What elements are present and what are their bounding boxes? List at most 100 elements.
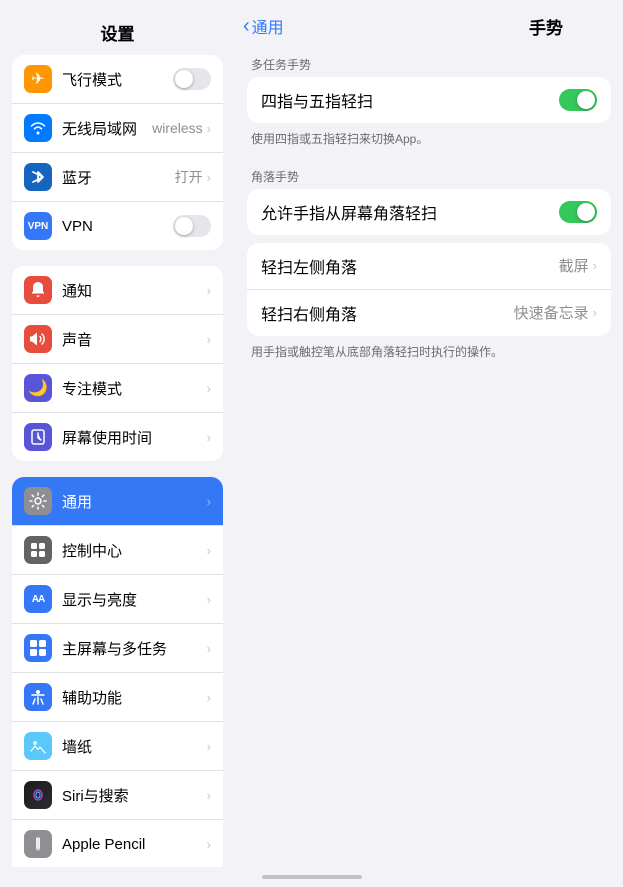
right-section-box-swipe: 轻扫左侧角落 截屏 › 轻扫右侧角落 快速备忘录 ›	[247, 243, 611, 336]
chevron-icon: ›	[593, 305, 597, 320]
sidebar-item-label: 无线局域网	[62, 118, 152, 139]
sidebar: 设置 ✈ 飞行模式 无线局域网 wireless ›	[0, 0, 235, 867]
bottom-bar	[0, 867, 623, 887]
sidebar-item-homescreen[interactable]: 主屏幕与多任务 ›	[12, 624, 223, 673]
section-footer-multitask: 使用四指或五指轻扫来切换App。	[235, 127, 623, 160]
row-label: 允许手指从屏幕角落轻扫	[261, 200, 559, 224]
chevron-icon: ›	[207, 121, 211, 136]
chevron-icon: ›	[207, 739, 211, 754]
notify-icon	[24, 276, 52, 304]
right-section-box: 四指与五指轻扫	[247, 77, 611, 123]
row-label: 四指与五指轻扫	[261, 88, 559, 112]
swipe-right-value: 快速备忘录	[514, 302, 589, 323]
sidebar-item-label: 主屏幕与多任务	[62, 638, 207, 659]
right-panel: ‹ 通用 手势 多任务手势 四指与五指轻扫 使用四指或五指轻扫来切换App。 角…	[235, 0, 623, 867]
wifi-icon	[24, 114, 52, 142]
right-header: ‹ 通用 手势	[235, 0, 623, 48]
chevron-icon: ›	[207, 494, 211, 509]
chevron-icon: ›	[207, 641, 211, 656]
four-five-toggle[interactable]	[559, 89, 597, 111]
screentime-icon	[24, 423, 52, 451]
row-label: 轻扫右侧角落	[261, 301, 514, 325]
sidebar-item-focus[interactable]: 🌙 专注模式 ›	[12, 364, 223, 413]
chevron-icon: ›	[207, 837, 211, 852]
back-label: 通用	[252, 14, 284, 38]
vpn-toggle[interactable]	[173, 215, 211, 237]
sidebar-item-vpn[interactable]: VPN VPN	[12, 202, 223, 250]
sidebar-item-label: 声音	[62, 329, 207, 350]
back-chevron-icon: ‹	[243, 15, 250, 38]
general-icon	[24, 487, 52, 515]
sidebar-item-controlcenter[interactable]: 控制中心 ›	[12, 526, 223, 575]
swipe-left-value: 截屏	[559, 255, 589, 276]
chevron-icon: ›	[207, 543, 211, 558]
sidebar-item-label: 显示与亮度	[62, 589, 207, 610]
sidebar-item-display[interactable]: AA 显示与亮度 ›	[12, 575, 223, 624]
chevron-icon: ›	[207, 381, 211, 396]
sidebar-item-wallpaper[interactable]: 墙纸 ›	[12, 722, 223, 771]
sidebar-item-accessibility[interactable]: 辅助功能 ›	[12, 673, 223, 722]
right-section-box-corner: 允许手指从屏幕角落轻扫	[247, 189, 611, 235]
section-footer-swipe: 用手指或触控笔从底部角落轻扫时执行的操作。	[235, 340, 623, 373]
right-section-multitask: 多任务手势 四指与五指轻扫 使用四指或五指轻扫来切换App。	[235, 48, 623, 160]
airplane-icon: ✈	[24, 65, 52, 93]
right-row-four-five[interactable]: 四指与五指轻扫	[247, 77, 611, 123]
sidebar-item-label: 屏幕使用时间	[62, 427, 207, 448]
homescreen-icon	[24, 634, 52, 662]
right-row-swipe-left[interactable]: 轻扫左侧角落 截屏 ›	[247, 243, 611, 290]
sidebar-item-screentime[interactable]: 屏幕使用时间 ›	[12, 413, 223, 461]
vpn-icon: VPN	[24, 212, 52, 240]
right-section-swipe: 轻扫左侧角落 截屏 › 轻扫右侧角落 快速备忘录 › 用手指或触控笔从底部角落轻…	[235, 243, 623, 373]
chevron-icon: ›	[207, 690, 211, 705]
right-section-corner: 角落手势 允许手指从屏幕角落轻扫	[235, 160, 623, 235]
sidebar-item-label: 通用	[62, 491, 207, 512]
chevron-icon: ›	[207, 283, 211, 298]
section-header-multitask: 多任务手势	[235, 48, 623, 77]
sidebar-section-connectivity: ✈ 飞行模式 无线局域网 wireless ›	[12, 55, 223, 250]
back-button[interactable]: ‹ 通用	[243, 14, 284, 38]
controlcenter-icon	[24, 536, 52, 564]
sidebar-item-label: 专注模式	[62, 378, 207, 399]
chevron-icon: ›	[207, 332, 211, 347]
sound-icon	[24, 325, 52, 353]
chevron-icon: ›	[207, 788, 211, 803]
sidebar-item-wifi[interactable]: 无线局域网 wireless ›	[12, 104, 223, 153]
sidebar-item-label: 墙纸	[62, 736, 207, 757]
right-row-swipe-right[interactable]: 轻扫右侧角落 快速备忘录 ›	[247, 290, 611, 336]
section-header-corner: 角落手势	[235, 160, 623, 189]
sidebar-title: 设置	[0, 8, 235, 55]
sidebar-item-sound[interactable]: 声音 ›	[12, 315, 223, 364]
sidebar-section-notifications: 通知 › 声音 › 🌙 专注模式 ›	[12, 266, 223, 461]
sidebar-item-label: Siri与搜索	[62, 785, 207, 806]
sidebar-item-label: 控制中心	[62, 540, 207, 561]
sidebar-item-bluetooth[interactable]: 蓝牙 打开 ›	[12, 153, 223, 202]
sidebar-item-airplane[interactable]: ✈ 飞行模式	[12, 55, 223, 104]
sidebar-item-label: 飞行模式	[62, 69, 173, 90]
chevron-icon: ›	[593, 258, 597, 273]
sidebar-item-notify[interactable]: 通知 ›	[12, 266, 223, 315]
bluetooth-icon	[24, 163, 52, 191]
sidebar-section-general: 通用 › 控制中心 › AA 显示与亮度 ›	[12, 477, 223, 867]
row-label: 轻扫左侧角落	[261, 254, 559, 278]
wallpaper-icon	[24, 732, 52, 760]
focus-icon: 🌙	[24, 374, 52, 402]
sidebar-item-pencil[interactable]: Apple Pencil ›	[12, 820, 223, 867]
accessibility-icon	[24, 683, 52, 711]
display-icon: AA	[24, 585, 52, 613]
sidebar-item-label: Apple Pencil	[62, 836, 207, 853]
sidebar-item-label: VPN	[62, 218, 173, 235]
siri-icon	[24, 781, 52, 809]
sidebar-item-label: 蓝牙	[62, 167, 175, 188]
pencil-icon	[24, 830, 52, 858]
chevron-icon: ›	[207, 430, 211, 445]
home-indicator	[262, 875, 362, 879]
wifi-value: wireless	[152, 120, 203, 136]
airplane-toggle[interactable]	[173, 68, 211, 90]
corner-swipe-toggle[interactable]	[559, 201, 597, 223]
sidebar-item-general[interactable]: 通用 ›	[12, 477, 223, 526]
right-row-corner-swipe[interactable]: 允许手指从屏幕角落轻扫	[247, 189, 611, 235]
bluetooth-value: 打开	[175, 167, 203, 187]
sidebar-item-label: 通知	[62, 280, 207, 301]
chevron-icon: ›	[207, 592, 211, 607]
sidebar-item-siri[interactable]: Siri与搜索 ›	[12, 771, 223, 820]
